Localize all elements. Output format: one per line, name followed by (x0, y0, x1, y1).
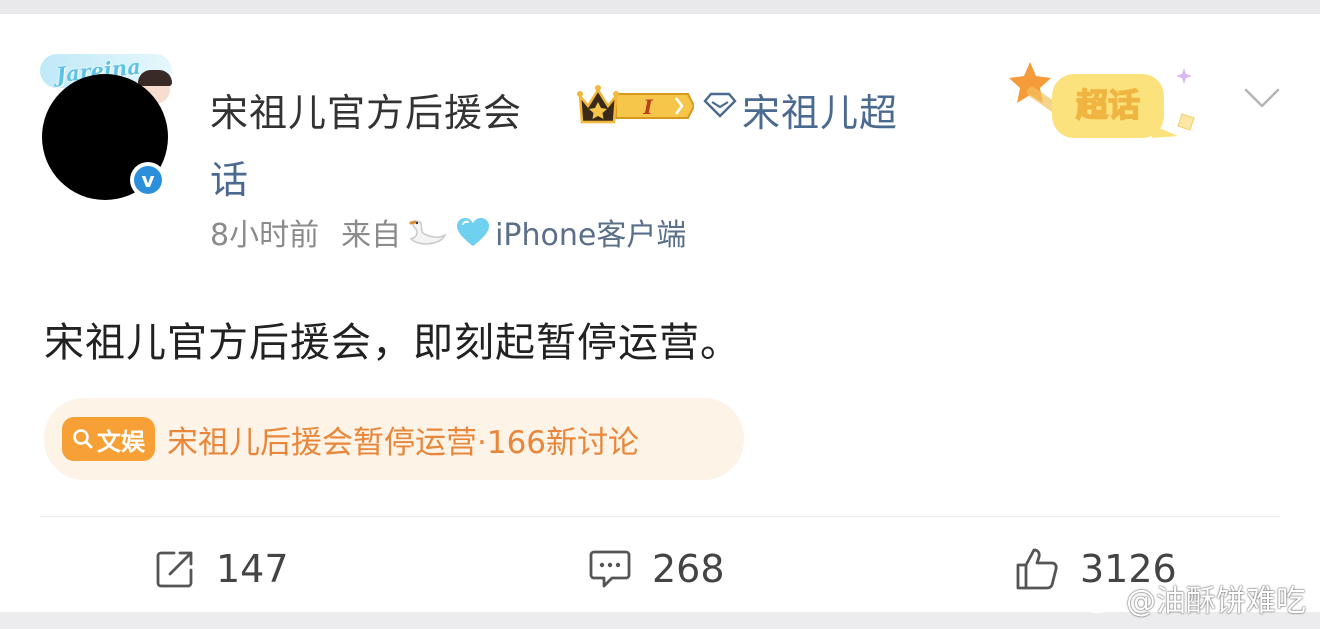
repost-count: 147 (216, 547, 289, 591)
comment-icon (589, 550, 631, 588)
crown-icon[interactable]: I (576, 84, 694, 128)
source-prefix: 来自 (341, 218, 402, 253)
fan-level: I (642, 95, 653, 119)
author-name[interactable]: 宋祖儿官方后援会 (210, 82, 522, 137)
weibo-watermark: @油酥饼难吃 (1080, 578, 1306, 619)
device-source-link[interactable]: iPhone客户端 (495, 210, 686, 254)
post-time: 8小时前 (210, 218, 320, 253)
diamond-icon (703, 92, 737, 118)
comment-count: 268 (652, 547, 725, 591)
comment-button[interactable]: 268 (588, 542, 725, 596)
verified-icon: v (130, 162, 166, 198)
weibo-post-card: Jareina v 宋祖儿官方后援会 I 宋祖儿超 话 8小时前 来自 iPho… (0, 14, 1320, 612)
swan-icon (409, 220, 447, 245)
avatar-wrapper[interactable]: Jareina v (36, 50, 176, 200)
heart-icon (457, 218, 490, 246)
post-content: 宋祖儿官方后援会，即刻起暂停运营。 (44, 320, 741, 366)
topic-text[interactable]: 宋祖儿后援会暂停运营·166新讨论 (167, 417, 639, 462)
divider (40, 516, 1280, 517)
supertopic-link-wrap[interactable]: 话 (210, 149, 248, 204)
repost-button[interactable]: 147 (154, 542, 289, 596)
chevron-down-icon[interactable] (1242, 86, 1282, 110)
watermark-text: @油酥饼难吃 (1126, 584, 1306, 619)
topic-tag-label: 文娱 (97, 427, 145, 456)
topic-pill[interactable]: 文娱 宋祖儿后援会暂停运营·166新讨论 (44, 398, 744, 480)
supertopic-sticker[interactable]: 超话 (1000, 54, 1210, 158)
like-icon (1016, 548, 1058, 590)
post-meta: 8小时前 来自 iPhone客户端 (210, 210, 686, 254)
topic-tag: 文娱 (62, 417, 155, 461)
supertopic-link[interactable]: 宋祖儿超 (742, 82, 898, 137)
supertopic-sticker-text: 超话 (1076, 86, 1140, 124)
weibo-logo-icon (1080, 586, 1117, 614)
search-icon (73, 429, 93, 449)
repost-icon (156, 551, 193, 588)
